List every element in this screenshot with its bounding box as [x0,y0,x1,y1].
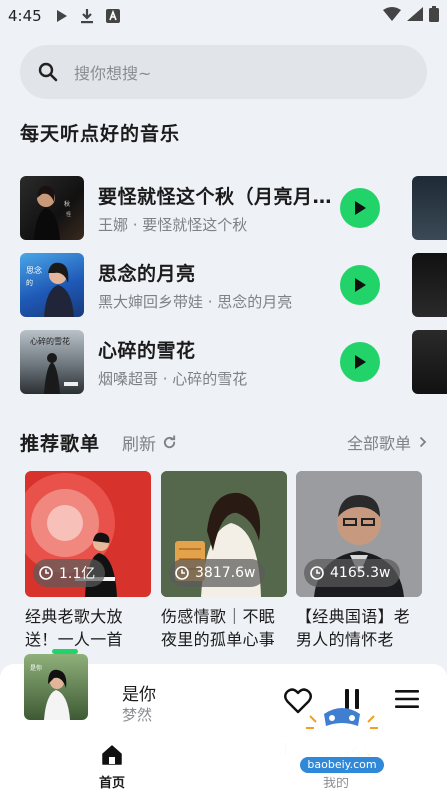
download-status-icon [80,8,94,24]
battery-icon [429,6,439,26]
song-subtitle: 黑大婶回乡带娃 · 思念的月亮 [98,292,293,311]
play-count: 3817.6w [195,565,256,581]
home-icon [102,745,122,765]
song-subtitle: 烟嗓超哥 · 心碎的雪花 [98,369,248,388]
playlist-cover: 3817.6w [161,471,287,597]
recommend-header: 推荐歌单 刷新 全部歌单 [20,426,427,458]
next-column-cover[interactable] [412,253,447,317]
now-playing-title: 是你 [122,685,156,705]
song-row[interactable]: 心碎的雪花 心碎的雪花 烟嗓超哥 · 心碎的雪花 [20,330,380,394]
svg-text:怪: 怪 [66,211,71,218]
search-bar[interactable]: 搜你想搜~ [20,45,427,99]
play-button[interactable] [340,265,380,305]
playlist-name: 【经典国语】老男人的情怀老男… [296,607,411,649]
play-icon [355,278,366,292]
play-status-icon [56,9,68,23]
play-count-badge: 4165.3w [304,559,401,587]
play-icon [355,201,366,215]
daily-section-title: 每天听点好的音乐 [20,123,181,145]
nav-home[interactable]: 首页 [95,744,129,791]
play-count-badge: 1.1亿 [33,559,106,587]
chevron-right-icon [419,436,427,448]
song-title: 心碎的雪花 [98,339,196,362]
song-subtitle: 王娜 · 要怪就怪这个秋 [98,215,248,234]
song-title: 要怪就怪这个秋（月亮月… [98,185,333,208]
playlist-name: 伤感情歌｜不眠夜里的孤单心事 [161,607,276,649]
song-cover: 秋怪 [20,176,84,240]
svg-text:秋: 秋 [64,200,70,208]
svg-text:思念: 思念 [26,265,42,275]
playlist-cover: 4165.3w [296,471,422,597]
song-cover: 心碎的雪花 [20,330,84,394]
play-button[interactable] [340,342,380,382]
watermark-text: 宝贝游戏网 [274,732,399,761]
playlist-card[interactable]: 3817.6w 伤感情歌｜不眠夜里的孤单心事 [161,471,287,651]
play-button[interactable] [340,188,380,228]
watermark-url: baobeiy.com [300,757,384,773]
clock-icon [39,566,53,580]
recommend-title: 推荐歌单 [20,432,101,455]
next-column-cover[interactable] [412,330,447,394]
all-playlists-label: 全部歌单 [346,434,411,453]
refresh-icon [163,434,176,448]
playlist-card[interactable]: 4165.3w 【经典国语】老男人的情怀老男… [296,471,422,651]
play-count: 4165.3w [330,565,391,581]
play-icon [355,355,366,369]
search-icon [38,62,58,82]
svg-text:是你: 是你 [30,664,42,672]
status-bar: 4:45 [0,0,447,32]
play-count: 1.1亿 [59,566,96,582]
next-column-cover[interactable] [412,176,447,240]
refresh-button[interactable]: 刷新 [122,430,177,455]
playlist-cover: 1.1亿 [25,471,151,597]
app-status-icon [105,9,120,23]
svg-text:的: 的 [26,278,33,287]
song-title: 思念的月亮 [98,262,196,285]
song-cover: 思念的 [20,253,84,317]
signal-icon [407,7,423,25]
song-row[interactable]: 思念的 思念的月亮 黑大婶回乡带娃 · 思念的月亮 [20,253,380,317]
refresh-label: 刷新 [122,434,157,455]
nav-home-label: 首页 [98,776,125,791]
status-time: 4:45 [8,7,42,25]
now-playing-cover: 是你 [24,654,88,720]
all-playlists-link[interactable]: 全部歌单 [347,430,427,454]
play-count-badge: 3817.6w [169,559,266,587]
playlist-name: 经典老歌大放送！一人一首代… [25,607,123,649]
clock-icon [310,566,324,580]
wifi-icon [383,7,401,25]
clock-icon [175,566,189,580]
svg-text:心碎的雪花: 心碎的雪花 [30,336,70,346]
song-row[interactable]: 秋怪 要怪就怪这个秋（月亮月… 王娜 · 要怪就怪这个秋 [20,176,380,240]
search-input[interactable]: 搜你想搜~ [74,60,151,84]
now-playing-artist: 梦然 [122,706,153,724]
playlist-card[interactable]: 1.1亿 经典老歌大放送！一人一首代… [25,471,151,651]
playback-progress [52,649,78,654]
